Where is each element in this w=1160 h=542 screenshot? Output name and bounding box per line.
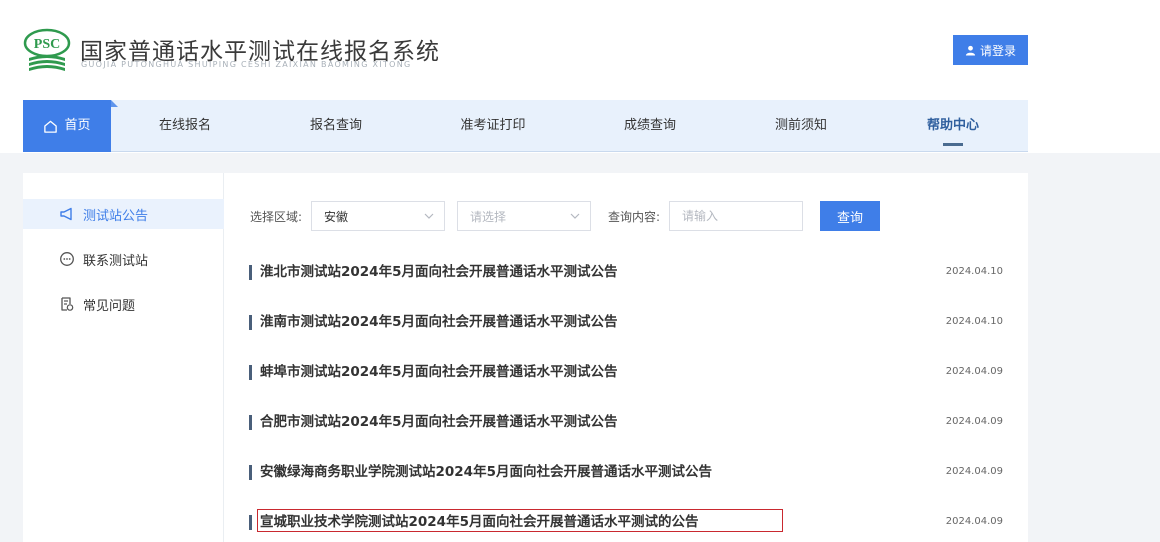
home-icon <box>44 120 58 133</box>
announcement-title[interactable]: 安徽绿海商务职业学院测试站2024年5月面向社会开展普通话水平测试公告 <box>260 461 712 483</box>
announcement-row[interactable]: 淮南市测试站2024年5月面向社会开展普通话水平测试公告 2024.04.10 <box>249 311 1003 333</box>
chevron-down-icon <box>570 213 580 219</box>
nav-admission-ticket[interactable]: 准考证打印 <box>443 100 543 152</box>
province-value: 安徽 <box>324 209 349 224</box>
nav-pre-test-notes[interactable]: 测前须知 <box>756 100 846 152</box>
row-marker <box>249 515 252 530</box>
announcement-title[interactable]: 淮北市测试站2024年5月面向社会开展普通话水平测试公告 <box>260 261 617 283</box>
megaphone-icon <box>60 207 72 221</box>
chat-icon <box>60 252 74 266</box>
announcement-row[interactable]: 合肥市测试站2024年5月面向社会开展普通话水平测试公告 2024.04.09 <box>249 411 1003 433</box>
announcement-date: 2024.04.09 <box>945 516 1003 527</box>
main-nav: 首页 在线报名 报名查询 准考证打印 成绩查询 测前须知 帮助中心 <box>23 100 1028 152</box>
logo-text: PSC <box>34 37 60 52</box>
announcement-date: 2024.04.10 <box>945 266 1003 277</box>
query-input[interactable] <box>669 201 803 231</box>
announcement-row[interactable]: 宣城职业技术学院测试站2024年5月面向社会开展普通话水平测试的公告 2024.… <box>249 511 1003 533</box>
announcement-date: 2024.04.09 <box>945 366 1003 377</box>
announcement-title[interactable]: 蚌埠市测试站2024年5月面向社会开展普通话水平测试公告 <box>260 361 617 383</box>
main-content: 测试站公告 联系测试站 常见问题 选择区域: 安徽 请选择 查询内容: 请输入 … <box>23 173 1028 542</box>
sidebar: 测试站公告 联系测试站 常见问题 <box>23 173 224 542</box>
site-subtitle: GUOJIA PUTONGHUA SHUIPING CESHI ZAIXIAN … <box>81 60 412 69</box>
query-content-label: 查询内容: <box>608 210 661 224</box>
row-marker <box>249 265 252 280</box>
row-marker <box>249 315 252 330</box>
nav-home-label: 首页 <box>64 118 91 133</box>
sidebar-item-label: 常见问题 <box>83 298 136 314</box>
row-marker <box>249 415 252 430</box>
nav-registration-query[interactable]: 报名查询 <box>291 100 381 152</box>
nav-active-indicator <box>943 143 963 146</box>
announcement-title[interactable]: 淮南市测试站2024年5月面向社会开展普通话水平测试公告 <box>260 311 617 333</box>
announcement-date: 2024.04.09 <box>945 466 1003 477</box>
nav-help-center[interactable]: 帮助中心 <box>908 100 998 152</box>
user-icon <box>965 45 976 56</box>
province-select[interactable]: 安徽 <box>311 201 445 231</box>
sidebar-item-label: 联系测试站 <box>83 253 149 269</box>
announcement-row[interactable]: 蚌埠市测试站2024年5月面向社会开展普通话水平测试公告 2024.04.09 <box>249 361 1003 383</box>
sidebar-item-contact[interactable]: 联系测试站 <box>23 244 224 274</box>
sidebar-item-faq[interactable]: 常见问题 <box>23 289 224 319</box>
city-placeholder: 请选择 <box>470 209 507 224</box>
psc-logo: PSC <box>23 28 71 72</box>
login-button[interactable]: 请登录 <box>953 35 1028 65</box>
row-marker <box>249 365 252 380</box>
sidebar-item-label: 测试站公告 <box>83 208 149 224</box>
header: PSC 国家普通话水平测试在线报名系统 GUOJIA PUTONGHUA SHU… <box>0 0 1160 153</box>
city-select[interactable]: 请选择 <box>457 201 591 231</box>
nav-home[interactable]: 首页 <box>23 100 118 152</box>
login-label: 请登录 <box>979 43 1016 58</box>
chevron-down-icon <box>424 213 434 219</box>
announcement-row[interactable]: 安徽绿海商务职业学院测试站2024年5月面向社会开展普通话水平测试公告 2024… <box>249 461 1003 483</box>
nav-help-label: 帮助中心 <box>926 118 979 133</box>
nav-score-query[interactable]: 成绩查询 <box>605 100 695 152</box>
region-label: 选择区域: <box>250 210 303 224</box>
announcement-title[interactable]: 合肥市测试站2024年5月面向社会开展普通话水平测试公告 <box>260 411 617 433</box>
sidebar-item-announcements[interactable]: 测试站公告 <box>23 199 224 229</box>
announcement-date: 2024.04.09 <box>945 416 1003 427</box>
row-marker <box>249 465 252 480</box>
announcement-title[interactable]: 宣城职业技术学院测试站2024年5月面向社会开展普通话水平测试的公告 <box>260 511 698 533</box>
nav-online-registration[interactable]: 在线报名 <box>141 100 229 152</box>
query-button[interactable]: 查询 <box>820 201 880 231</box>
announcement-date: 2024.04.10 <box>945 316 1003 327</box>
faq-document-icon <box>61 297 74 311</box>
announcement-row[interactable]: 淮北市测试站2024年5月面向社会开展普通话水平测试公告 2024.04.10 <box>249 261 1003 283</box>
